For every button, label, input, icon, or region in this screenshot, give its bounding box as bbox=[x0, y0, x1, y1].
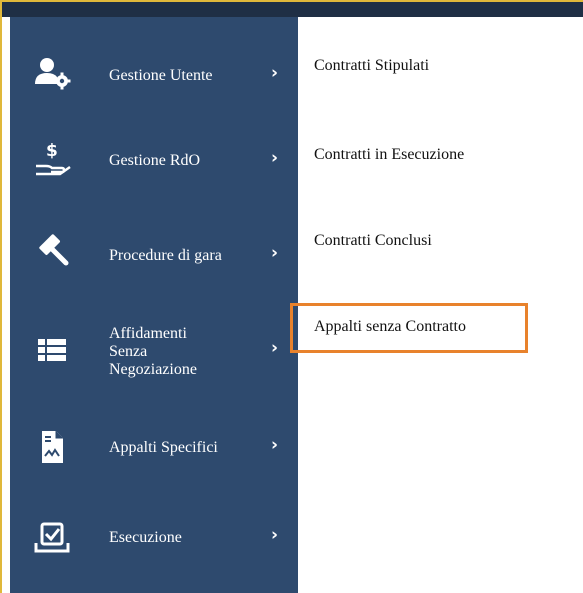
chevron-right-icon: › bbox=[271, 525, 279, 545]
sidebar-item-label: Gestione Utente bbox=[109, 67, 213, 84]
list-icon bbox=[32, 330, 72, 370]
chevron-right-icon: › bbox=[271, 338, 279, 358]
checkbox-tray-icon bbox=[32, 517, 72, 557]
chevron-right-icon: › bbox=[271, 243, 279, 263]
submenu-item-contratti-stipulati[interactable]: Contratti Stipulati bbox=[314, 57, 429, 75]
sidebar-item-procedure-di-gara[interactable]: Procedure di gara › bbox=[10, 223, 298, 273]
sidebar-item-esecuzione[interactable]: Esecuzione › bbox=[10, 509, 298, 564]
sidebar-item-gestione-rdo[interactable]: $ Gestione RdO › bbox=[10, 135, 298, 185]
sidebar-item-gestione-utente[interactable]: Gestione Utente › bbox=[10, 50, 298, 100]
chevron-right-icon: › bbox=[271, 148, 279, 168]
sidebar-item-label: Affidamenti Senza Negoziazione bbox=[109, 325, 197, 378]
left-border bbox=[0, 0, 2, 593]
sidebar-item-label: Gestione RdO bbox=[109, 152, 201, 169]
sidebar-item-affidamenti-senza-negoziazione[interactable]: Affidamenti Senza Negoziazione › bbox=[10, 317, 298, 392]
sidebar: Gestione Utente › $ Gestione RdO › Proce… bbox=[10, 17, 298, 593]
submenu-item-contratti-in-esecuzione[interactable]: Contratti in Esecuzione bbox=[314, 146, 464, 164]
svg-text:$: $ bbox=[46, 141, 58, 161]
chevron-right-icon: › bbox=[271, 63, 279, 83]
sidebar-item-label: Esecuzione bbox=[109, 529, 182, 546]
document-chart-icon bbox=[32, 427, 72, 467]
sidebar-item-appalti-specifici[interactable]: Appalti Specifici › bbox=[10, 419, 298, 474]
submenu-item-contratti-conclusi[interactable]: Contratti Conclusi bbox=[314, 232, 432, 250]
top-bar bbox=[0, 0, 583, 17]
chevron-right-icon: › bbox=[271, 435, 279, 455]
highlight-box bbox=[290, 303, 528, 353]
gavel-icon bbox=[32, 229, 72, 269]
dollar-hand-icon: $ bbox=[32, 139, 72, 179]
user-gear-icon bbox=[32, 54, 72, 94]
sidebar-item-label: Appalti Specifici bbox=[109, 439, 218, 456]
sidebar-item-label: Procedure di gara bbox=[109, 247, 222, 264]
